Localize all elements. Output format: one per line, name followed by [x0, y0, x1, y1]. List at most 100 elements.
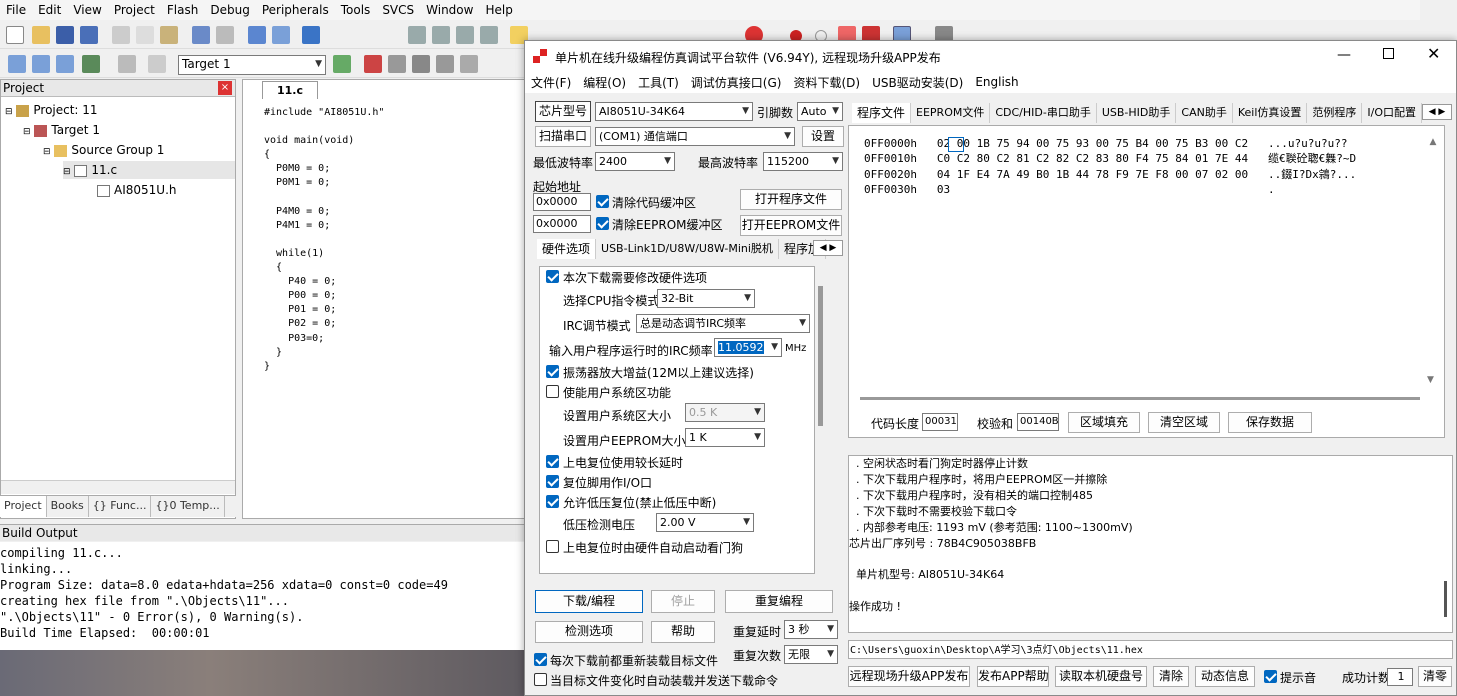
log-scrollbar-thumb[interactable] [1444, 581, 1447, 617]
remote-upgrade-button[interactable]: 远程现场升级APP发布 [848, 666, 970, 687]
reprogram-button[interactable]: 重复编程 [725, 590, 833, 613]
port-select[interactable]: (COM1) 通信端口 ▼ [595, 127, 795, 146]
tab-cdc-serial[interactable]: CDC/HID-串口助手 [990, 103, 1097, 123]
maximize-icon[interactable] [1383, 48, 1394, 59]
modify-hw-checkbox[interactable] [546, 270, 559, 283]
tree-project[interactable]: ⊟ Project: 11 [5, 101, 98, 119]
unindent-icon[interactable] [432, 26, 450, 44]
irc-mode-select[interactable]: 总是动态调节IRC频率 ▼ [636, 314, 810, 333]
tab-templates[interactable]: {}0 Temp... [151, 496, 225, 517]
open-eeprom-file-button[interactable]: 打开EEPROM文件 [740, 215, 842, 236]
tab-usb-link[interactable]: USB-Link1D/U8W/U8W-Mini脱机 [596, 239, 779, 259]
tab-usb-hid[interactable]: USB-HID助手 [1097, 103, 1177, 123]
new-file-icon[interactable] [6, 26, 24, 44]
user-sys-checkbox[interactable] [546, 385, 559, 398]
undo-icon[interactable] [192, 26, 210, 44]
redo-icon[interactable] [216, 26, 234, 44]
tree-file-11c[interactable]: ⊟ 11.c [63, 161, 235, 179]
tab-functions[interactable]: {} Func... [89, 496, 152, 517]
stc-menu-item-4[interactable]: 资料下载(D) [793, 74, 860, 91]
eeprom-size-select[interactable]: 1 K ▼ [685, 428, 765, 447]
port-settings-button[interactable]: 设置 [802, 126, 844, 147]
keil-menu-window[interactable]: Window [420, 3, 479, 17]
keil-menu-view[interactable]: View [67, 3, 107, 17]
chip-model-select[interactable]: AI8051U-34K64 ▼ [595, 102, 753, 121]
code-text[interactable]: #include "AI8051U.h" void main(void) { P… [264, 106, 384, 374]
tab-io-config[interactable]: I/O口配置 [1362, 103, 1422, 123]
tab-eeprom-file[interactable]: EEPROM文件 [911, 103, 991, 123]
tab-hardware-options[interactable]: 硬件选项 [537, 239, 597, 259]
keil-menu-tools[interactable]: Tools [335, 3, 377, 17]
forward-icon[interactable] [272, 26, 290, 44]
hex-vscrollbar[interactable]: ▲ [1427, 137, 1439, 387]
stc-menu-item-1[interactable]: 编程(O) [583, 74, 626, 91]
stop-build-icon[interactable] [118, 55, 136, 73]
options-scrollbar-thumb[interactable] [818, 286, 823, 426]
clear-log-button[interactable]: 清除 [1153, 666, 1189, 687]
keil-menu-flash[interactable]: Flash [161, 3, 204, 17]
open-folder-icon[interactable] [32, 26, 50, 44]
clear-count-button[interactable]: 清零 [1418, 666, 1452, 687]
clear-area-button[interactable]: 清空区域 [1148, 412, 1220, 433]
file-extensions-icon[interactable] [388, 55, 406, 73]
hex-view[interactable]: 0FF0000h 02 00 1B 75 94 00 75 93 00 75 B… [864, 136, 1356, 197]
check-options-button[interactable]: 检测选项 [535, 621, 643, 643]
tab-project[interactable]: Project [0, 496, 47, 517]
keil-menu-peripherals[interactable]: Peripherals [256, 3, 335, 17]
max-baud-select[interactable]: 115200 ▼ [763, 152, 843, 171]
auto-send-checkbox[interactable] [534, 673, 547, 686]
pins-select[interactable]: Auto ▼ [797, 102, 843, 121]
copy-icon[interactable] [136, 26, 154, 44]
rebuild-icon[interactable] [56, 55, 74, 73]
stc-menu-item-2[interactable]: 工具(T) [638, 74, 679, 91]
read-disk-id-button[interactable]: 读取本机硬盘号 [1055, 666, 1147, 687]
tab-keil-sim[interactable]: Keil仿真设置 [1233, 103, 1308, 123]
right-tab-scroll-arrows[interactable]: ◀ ▶ [1422, 104, 1452, 120]
keil-menu-edit[interactable]: Edit [32, 3, 67, 17]
reset-io-checkbox[interactable] [546, 475, 559, 488]
download-button[interactable]: 下载/编程 [535, 590, 643, 613]
clear-eeprom-buffer-checkbox[interactable] [596, 217, 609, 230]
stop-button[interactable]: 停止 [651, 590, 715, 613]
repeat-delay-select[interactable]: 3 秒 ▼ [784, 620, 838, 639]
irc-freq-select[interactable]: 11.0592 ▼ [714, 338, 782, 357]
tree-source-group[interactable]: ⊟ Source Group 1 [43, 141, 164, 159]
scan-port-button[interactable]: 扫描串口 [535, 126, 591, 147]
help-button[interactable]: 帮助 [651, 621, 715, 643]
fill-area-button[interactable]: 区域填充 [1068, 412, 1140, 433]
reload-each-checkbox[interactable] [534, 653, 547, 666]
cut-icon[interactable] [112, 26, 130, 44]
comment-icon[interactable] [456, 26, 474, 44]
osc-gain-checkbox[interactable] [546, 365, 559, 378]
chip-model-button[interactable]: 芯片型号 [535, 101, 591, 122]
translate-icon[interactable] [8, 55, 26, 73]
code-start-address-input[interactable]: 0x0000 [533, 193, 591, 211]
save-all-icon[interactable] [80, 26, 98, 44]
tree-file-header[interactable]: AI8051U.h [97, 181, 177, 199]
cpu-mode-select[interactable]: 32-Bit ▼ [657, 289, 755, 308]
tab-books[interactable]: Books [47, 496, 89, 517]
uncomment-icon[interactable] [480, 26, 498, 44]
stc-menu-item-3[interactable]: 调试仿真接口(G) [691, 74, 782, 91]
tab-scroll-arrows[interactable]: ◀ ▶ [813, 240, 843, 256]
stc-menu-item-5[interactable]: USB驱动安装(D) [872, 74, 963, 91]
close-icon[interactable]: ✕ [1427, 44, 1440, 63]
load-icon[interactable] [148, 55, 166, 73]
stc-menu-item-6[interactable]: English [975, 75, 1018, 89]
hex-scroll-down-icon[interactable]: ▼ [1427, 375, 1434, 385]
tab-can[interactable]: CAN助手 [1176, 103, 1233, 123]
stc-menu-item-0[interactable]: 文件(F) [531, 74, 571, 91]
build-icon[interactable] [32, 55, 50, 73]
open-program-file-button[interactable]: 打开程序文件 [740, 189, 842, 210]
repeat-count-select[interactable]: 无限 ▼ [784, 645, 838, 664]
user-sys-size-select[interactable]: 0.5 K ▼ [685, 403, 765, 422]
select-packs-icon[interactable] [412, 55, 430, 73]
tree-target[interactable]: ⊟ Target 1 [23, 121, 100, 139]
bookmark-icon[interactable] [302, 26, 320, 44]
long-delay-checkbox[interactable] [546, 455, 559, 468]
tab-examples[interactable]: 范例程序 [1307, 103, 1363, 123]
batch-build-icon[interactable] [82, 55, 100, 73]
paste-icon[interactable] [160, 26, 178, 44]
hex-hscrollbar[interactable] [860, 397, 1420, 400]
back-icon[interactable] [248, 26, 266, 44]
